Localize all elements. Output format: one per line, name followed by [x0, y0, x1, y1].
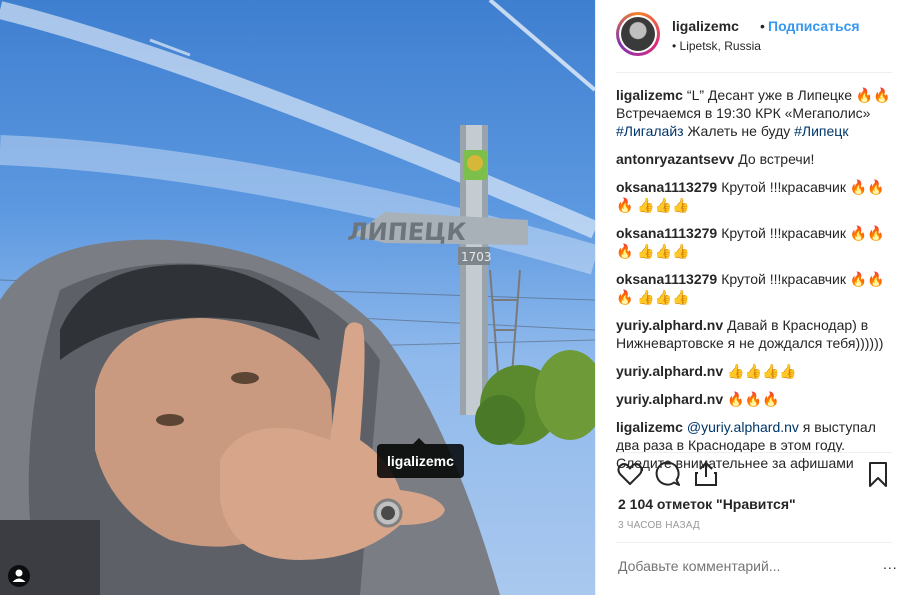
- comment-item: antonryazantsevv До встречи!: [616, 150, 892, 168]
- comment-username[interactable]: yuriy.alphard.nv: [616, 363, 723, 379]
- follow-button[interactable]: Подписаться: [768, 18, 860, 34]
- comment-item: ligalizemc “L” Десант уже в Липецке 🔥🔥 Вс…: [616, 86, 892, 140]
- photo-illustration: ЛИПЕЦК 1703: [0, 0, 595, 595]
- comment-username[interactable]: ligalizemc: [616, 87, 683, 103]
- post-side-panel: ligalizemc • Подписаться • Lipetsk, Russ…: [595, 0, 911, 595]
- hashtag-link[interactable]: #Лигалайз: [616, 123, 684, 139]
- divider: [616, 452, 892, 453]
- comment-username[interactable]: oksana1113279: [616, 225, 717, 241]
- bookmark-icon[interactable]: [864, 460, 892, 488]
- user-tag-bubble[interactable]: ligalizemc: [377, 438, 464, 478]
- add-comment-input[interactable]: [618, 558, 858, 574]
- comment-text: 👍👍👍👍: [727, 363, 797, 379]
- comment-item: yuriy.alphard.nv 👍👍👍👍: [616, 362, 892, 380]
- comment-username[interactable]: ligalizemc: [616, 419, 683, 435]
- heart-icon[interactable]: [616, 460, 644, 488]
- comment-username[interactable]: antonryazantsevv: [616, 151, 734, 167]
- comment-username[interactable]: yuriy.alphard.nv: [616, 317, 723, 333]
- avatar[interactable]: [616, 12, 660, 56]
- comments-list: ligalizemc “L” Десант уже в Липецке 🔥🔥 Вс…: [616, 86, 892, 482]
- comment-item: oksana1113279 Крутой !!!красавчик 🔥🔥🔥 👍👍👍: [616, 224, 892, 260]
- comment-username[interactable]: yuriy.alphard.nv: [616, 391, 723, 407]
- comment-item: oksana1113279 Крутой !!!красавчик 🔥🔥🔥 👍👍👍: [616, 178, 892, 214]
- user-tag-icon[interactable]: [8, 565, 30, 587]
- comment-username[interactable]: oksana1113279: [616, 271, 717, 287]
- comment-text: Жалеть не буду: [683, 123, 795, 139]
- hashtag-link[interactable]: #Липецк: [794, 123, 848, 139]
- comment-text: 🔥🔥🔥: [727, 391, 780, 407]
- mention-link[interactable]: @yuriy.alphard.nv: [687, 419, 799, 435]
- post-header: ligalizemc • Подписаться • Lipetsk, Russ…: [616, 10, 906, 60]
- svg-text:1703: 1703: [461, 250, 492, 264]
- header-username[interactable]: ligalizemc: [672, 18, 739, 34]
- post-timestamp: 3 ЧАСОВ НАЗАД: [618, 520, 700, 531]
- divider: [616, 72, 892, 73]
- comment-item: oksana1113279 Крутой !!!красавчик 🔥🔥🔥 👍👍👍: [616, 270, 892, 306]
- svg-text:ЛИПЕЦК: ЛИПЕЦК: [346, 218, 467, 246]
- comment-item: yuriy.alphard.nv Давай в Краснодар) в Ниж…: [616, 316, 892, 352]
- more-options-button[interactable]: ...: [883, 556, 898, 572]
- share-icon[interactable]: [692, 460, 720, 488]
- location-link[interactable]: • Lipetsk, Russia: [672, 39, 761, 53]
- likes-count[interactable]: 2 104 отметок "Нравится": [618, 496, 796, 512]
- header-separator: •: [760, 18, 765, 34]
- comment-text: До встречи!: [738, 151, 815, 167]
- comment-username[interactable]: oksana1113279: [616, 179, 717, 195]
- post-photo[interactable]: ЛИПЕЦК 1703 ligalizemc: [0, 0, 595, 595]
- divider: [616, 542, 892, 543]
- comment-item: yuriy.alphard.nv 🔥🔥🔥: [616, 390, 892, 408]
- comment-icon[interactable]: [654, 460, 682, 488]
- post-actions: [616, 458, 892, 490]
